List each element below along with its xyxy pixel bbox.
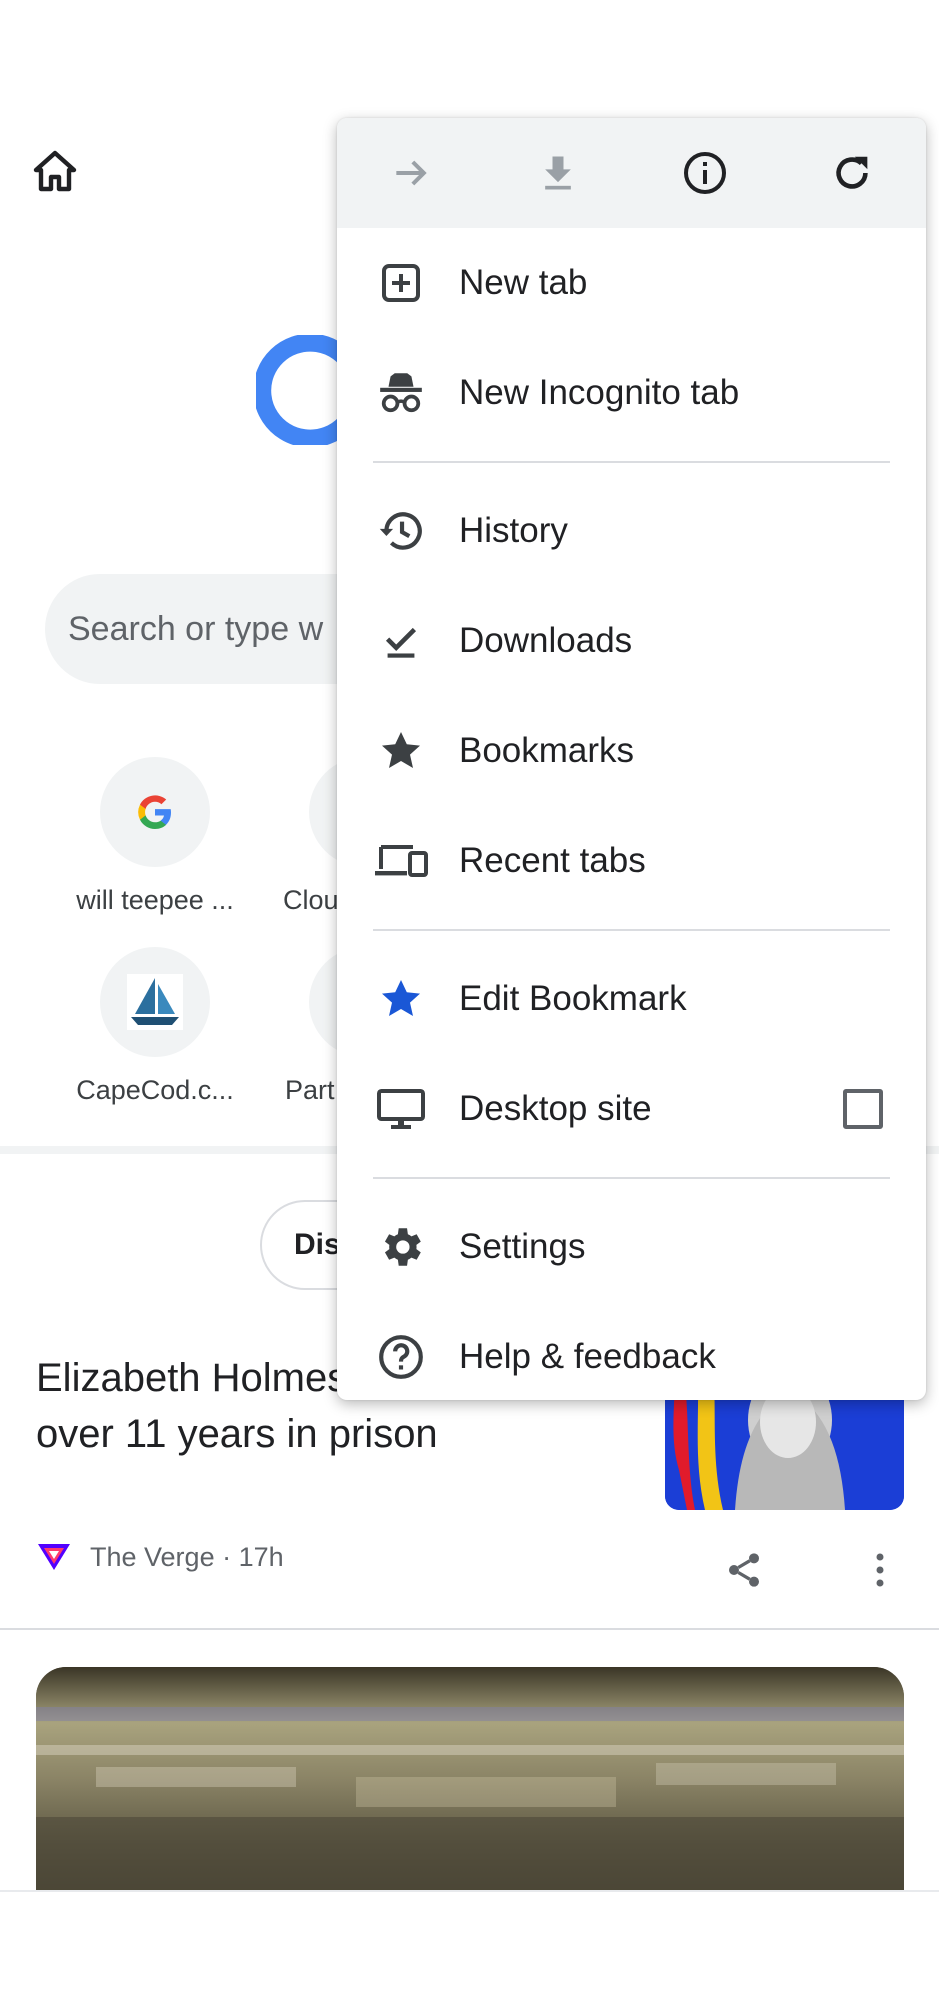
menu-item-settings[interactable]: Settings xyxy=(337,1192,926,1302)
google-g-icon xyxy=(100,757,210,867)
menu-item-label: New Incognito tab xyxy=(459,373,740,412)
shortcut-label: CapeCod.c... xyxy=(76,1075,234,1105)
menu-item-desktop-site[interactable]: Desktop site xyxy=(337,1054,926,1164)
menu-item-label: Downloads xyxy=(459,621,633,660)
menu-divider xyxy=(373,1177,890,1179)
menu-item-downloads[interactable]: Downloads xyxy=(337,586,926,696)
menu-item-help-feedback[interactable]: Help & feedback xyxy=(337,1302,926,1400)
forward-button[interactable] xyxy=(337,118,484,228)
menu-toolbar xyxy=(337,118,926,228)
menu-item-label: Edit Bookmark xyxy=(459,979,687,1018)
share-icon xyxy=(729,1553,759,1587)
menu-item-new-incognito-tab[interactable]: New Incognito tab xyxy=(337,338,926,448)
discover-label: Dis xyxy=(294,1228,341,1261)
history-icon xyxy=(373,503,429,559)
shortcut-tile-capecod[interactable]: CapeCod.c... xyxy=(75,947,235,1106)
help-icon xyxy=(373,1329,429,1385)
article-more-button[interactable] xyxy=(855,1540,905,1600)
article-meta: The Verge · 17h xyxy=(36,1540,284,1574)
menu-divider xyxy=(373,929,890,931)
gear-icon xyxy=(373,1219,429,1275)
reload-button[interactable] xyxy=(778,118,925,228)
menu-item-edit-bookmark[interactable]: Edit Bookmark xyxy=(337,944,926,1054)
overflow-menu: New tab New Incognito tab History Downlo… xyxy=(337,118,926,1400)
shortcut-label: Clou xyxy=(283,885,339,915)
menu-item-label: Settings xyxy=(459,1227,586,1266)
menu-item-label: Desktop site xyxy=(459,1089,652,1128)
menu-item-label: Recent tabs xyxy=(459,841,646,880)
shortcut-tile-google[interactable]: will teepee ... xyxy=(75,757,235,916)
menu-item-label: New tab xyxy=(459,263,588,302)
article-image[interactable] xyxy=(36,1667,904,1890)
star-filled-blue-icon xyxy=(373,971,429,1027)
menu-item-new-tab[interactable]: New tab xyxy=(337,228,926,338)
share-button[interactable] xyxy=(714,1540,774,1600)
desktop-site-checkbox[interactable] xyxy=(843,1089,883,1129)
menu-item-recent-tabs[interactable]: Recent tabs xyxy=(337,806,926,916)
more-vert-icon xyxy=(876,1553,884,1587)
menu-divider xyxy=(373,461,890,463)
menu-item-label: Bookmarks xyxy=(459,731,635,770)
desktop-icon xyxy=(373,1081,429,1137)
menu-item-bookmarks[interactable]: Bookmarks xyxy=(337,696,926,806)
feed-divider xyxy=(0,1628,939,1630)
home-icon xyxy=(33,150,77,192)
sailboat-icon xyxy=(100,947,210,1057)
download-icon xyxy=(544,156,571,190)
home-button[interactable] xyxy=(24,140,86,202)
article-source: The Verge · 17h xyxy=(90,1541,284,1572)
devices-icon xyxy=(373,833,429,889)
menu-item-history[interactable]: History xyxy=(337,476,926,586)
star-icon xyxy=(373,723,429,779)
incognito-icon xyxy=(373,365,429,421)
bottom-divider xyxy=(0,1890,939,1892)
search-placeholder: Search or type w xyxy=(68,609,324,648)
arrow-forward-icon xyxy=(395,160,427,186)
reload-icon xyxy=(835,156,868,189)
shortcut-label: will teepee ... xyxy=(76,885,234,915)
download-done-icon xyxy=(373,613,429,669)
download-page-button[interactable] xyxy=(484,118,631,228)
shortcut-label: Part xyxy=(285,1075,335,1105)
info-icon xyxy=(683,152,726,194)
the-verge-logo-icon xyxy=(38,1544,70,1570)
add-box-icon xyxy=(373,255,429,311)
page-info-button[interactable] xyxy=(631,118,778,228)
menu-item-label: Help & feedback xyxy=(459,1337,716,1376)
menu-item-label: History xyxy=(459,511,568,550)
